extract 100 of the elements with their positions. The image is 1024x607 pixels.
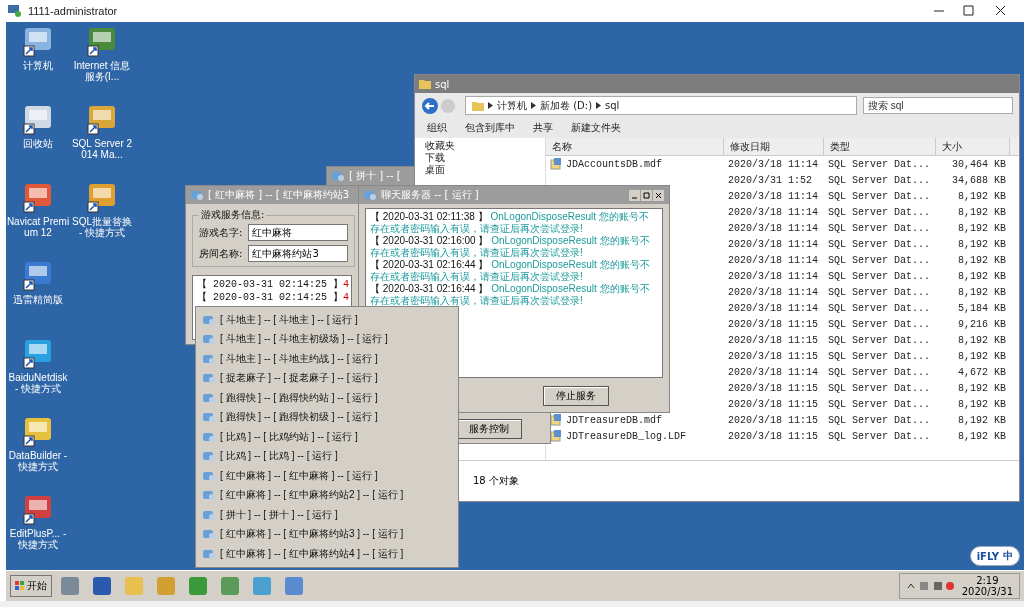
desktop-icon-label[interactable]: SQL批量替换 - 快捷方式: [70, 216, 134, 238]
desktop-icon-label[interactable]: BaiduNetdisk - 快捷方式: [6, 372, 70, 394]
menu-item[interactable]: [ 比鸡 ] -- [ 比鸡 ] -- [ 运行 ]: [202, 446, 452, 466]
desktop-icon-label[interactable]: EditPlusP... - 快捷方式: [6, 528, 70, 550]
text-field[interactable]: 红中麻将约站3: [248, 245, 349, 262]
stop-service-button[interactable]: 停止服务: [543, 386, 609, 406]
desktop-icon-label[interactable]: Internet 信息服务(I...: [70, 60, 134, 82]
folder-icon: [419, 79, 431, 89]
size-cell-text: 30,464 KB: [951, 158, 1007, 170]
date-cell-text: 2020/3/18 11:14: [727, 190, 819, 202]
date-cell-text: 2020/3/18 11:15: [727, 430, 819, 442]
desktop-icon-label[interactable]: 回收站: [6, 138, 70, 149]
chevron-icon: [531, 102, 536, 109]
server-icon: [202, 508, 216, 521]
server-icon: [331, 170, 345, 182]
type-cell-text: SQL Server Dat...: [827, 302, 932, 314]
size-cell-text: 5,184 KB: [957, 302, 1007, 314]
nav-item[interactable]: 桌面: [425, 164, 535, 176]
service-control-button[interactable]: 服务控制: [456, 419, 522, 439]
server-icon: [202, 313, 216, 326]
date-cell-text: 2020/3/18 11:14: [727, 286, 819, 298]
file-name[interactable]: JDAccountsDB.mdf: [566, 158, 662, 170]
type-cell-text: SQL Server Dat...: [827, 366, 932, 378]
server-icon: [363, 189, 377, 201]
menu-item[interactable]: [ 红中麻将 ] -- [ 红中麻将约站2 ] -- [ 运行 ]: [202, 485, 452, 505]
toolbar-button[interactable]: 组织: [421, 121, 453, 135]
server-icon: [202, 489, 216, 502]
group-title: 游戏服务信息:: [200, 208, 266, 222]
size-cell-text: 8,192 KB: [957, 350, 1007, 362]
clock-time: 2:19: [976, 575, 999, 586]
menu-item[interactable]: [ 跑得快 ] -- [ 跑得快初级 ] -- [ 运行 ]: [202, 407, 452, 427]
menu-item[interactable]: [ 比鸡 ] -- [ 比鸡约站 ] -- [ 运行 ]: [202, 427, 452, 447]
server-icon: [202, 547, 216, 560]
nav-item[interactable]: 下载: [425, 152, 535, 164]
type-cell-text: SQL Server Dat...: [827, 158, 932, 170]
date-cell-text: 2020/3/18 11:15: [727, 318, 819, 330]
date-cell-text: 2020/3/18 11:14: [727, 206, 819, 218]
date-cell-text: 2020/3/18 11:14: [727, 366, 819, 378]
desktop-icon-label[interactable]: DataBuilder - 快捷方式: [6, 450, 70, 472]
log-entry: 【 2020-03-31 02:16:44 】 OnLogonDisposeResult 您的账号不存在或者密码输入有误，请查证后再次尝试登录!: [370, 283, 651, 307]
desktop-icon-label[interactable]: Navicat Premium 12: [6, 216, 70, 238]
ime-mode[interactable]: 中: [1003, 549, 1013, 563]
column-header[interactable]: 名称: [546, 138, 724, 156]
column-header[interactable]: 大小: [936, 138, 1010, 156]
type-cell-text: SQL Server Dat...: [827, 430, 932, 442]
size-cell-text: 9,216 KB: [957, 318, 1007, 330]
desktop-icon-label[interactable]: 计算机: [6, 60, 70, 71]
log-entry: 【 2020-03-31 02:11:38 】 OnLogonDisposeResult 您的账号不存在或者密码输入有误，请查证后再次尝试登录!: [370, 211, 650, 235]
server-icon: [190, 189, 204, 201]
date-cell-text: 2020/3/18 11:14: [727, 238, 819, 250]
type-cell-text: SQL Server Dat...: [827, 414, 932, 426]
server-icon: [202, 450, 216, 463]
type-cell-text: SQL Server Dat...: [827, 350, 932, 362]
menu-item[interactable]: [ 斗地主 ] -- [ 斗地主初级场 ] -- [ 运行 ]: [202, 329, 452, 349]
remote-desktop-icon: [8, 5, 22, 17]
menu-item[interactable]: [ 红中麻将 ] -- [ 红中麻将 ] -- [ 运行 ]: [202, 466, 452, 486]
menu-item[interactable]: [ 捉老麻子 ] -- [ 捉老麻子 ] -- [ 运行 ]: [202, 368, 452, 388]
text-field[interactable]: 红中麻将: [248, 224, 349, 241]
size-cell-text: 8,192 KB: [957, 222, 1007, 234]
start-button[interactable]: 开始: [10, 575, 52, 597]
desktop-icon-label[interactable]: SQL Server 2014 Ma...: [70, 138, 134, 160]
type-cell-text: SQL Server Dat...: [827, 206, 932, 218]
menu-item[interactable]: [ 跑得快 ] -- [ 跑得快约站 ] -- [ 运行 ]: [202, 388, 452, 408]
folder-icon: [472, 100, 484, 111]
menu-item[interactable]: [ 红中麻将 ] -- [ 红中麻将约站3 ] -- [ 运行 ]: [202, 524, 452, 544]
nav-item[interactable]: 收藏夹: [425, 140, 535, 152]
menu-item[interactable]: [ 拼十 ] -- [ 拼十 ] -- [ 运行 ]: [202, 505, 452, 525]
column-header[interactable]: 类型: [824, 138, 936, 156]
menu-item[interactable]: [ 红中麻将 ] -- [ 红中麻将约站4 ] -- [ 运行 ]: [202, 544, 452, 564]
window-title: sql: [435, 78, 450, 90]
chevron-icon: [488, 102, 493, 109]
breadcrumb-item[interactable]: sql: [605, 100, 620, 111]
toolbar-button[interactable]: 新建文件夹: [565, 121, 627, 135]
clock-date: 2020/3/31: [961, 586, 1013, 597]
menu-item[interactable]: [ 斗地主 ] -- [ 斗地主 ] -- [ 运行 ]: [202, 310, 452, 330]
type-cell-text: SQL Server Dat...: [827, 222, 932, 234]
toolbar-button[interactable]: 包含到库中: [459, 121, 521, 135]
breadcrumb-item[interactable]: 计算机: [497, 98, 527, 113]
address-bar[interactable]: 计算机 新加卷 (D:) sql: [465, 96, 857, 115]
search-field[interactable]: 搜索 sql: [863, 97, 1013, 114]
server-icon: [202, 469, 216, 482]
date-cell-text: 2020/3/18 11:15: [727, 414, 819, 426]
file-name[interactable]: JDTreasureDB.mdf: [566, 414, 662, 426]
breadcrumb-item[interactable]: 新加卷 (D:): [540, 98, 593, 113]
date-cell-text: 2020/3/18 11:15: [727, 398, 819, 410]
file-name[interactable]: JDTreasureDB_log.LDF: [566, 430, 687, 442]
size-cell-text: 8,192 KB: [957, 334, 1007, 346]
database-file-icon: [550, 430, 562, 442]
toolbar-button[interactable]: 共享: [527, 121, 559, 135]
server-icon: [202, 391, 216, 404]
input-method-bar[interactable]: iFLY 中: [969, 546, 1020, 566]
server-icon: [202, 430, 216, 443]
tray-icons[interactable]: [905, 580, 956, 592]
date-cell-text: 2020/3/18 11:15: [727, 350, 819, 362]
window-controls-icon[interactable]: [629, 189, 665, 201]
column-header[interactable]: 修改日期: [724, 138, 824, 156]
menu-item[interactable]: [ 斗地主 ] -- [ 斗地主约战 ] -- [ 运行 ]: [202, 349, 452, 369]
log-line: 【 2020-03-31 02:14:25 】4: [197, 278, 347, 291]
desktop-icon-label[interactable]: 迅雷精简版: [6, 294, 70, 305]
size-cell-text: 8,192 KB: [957, 190, 1007, 202]
